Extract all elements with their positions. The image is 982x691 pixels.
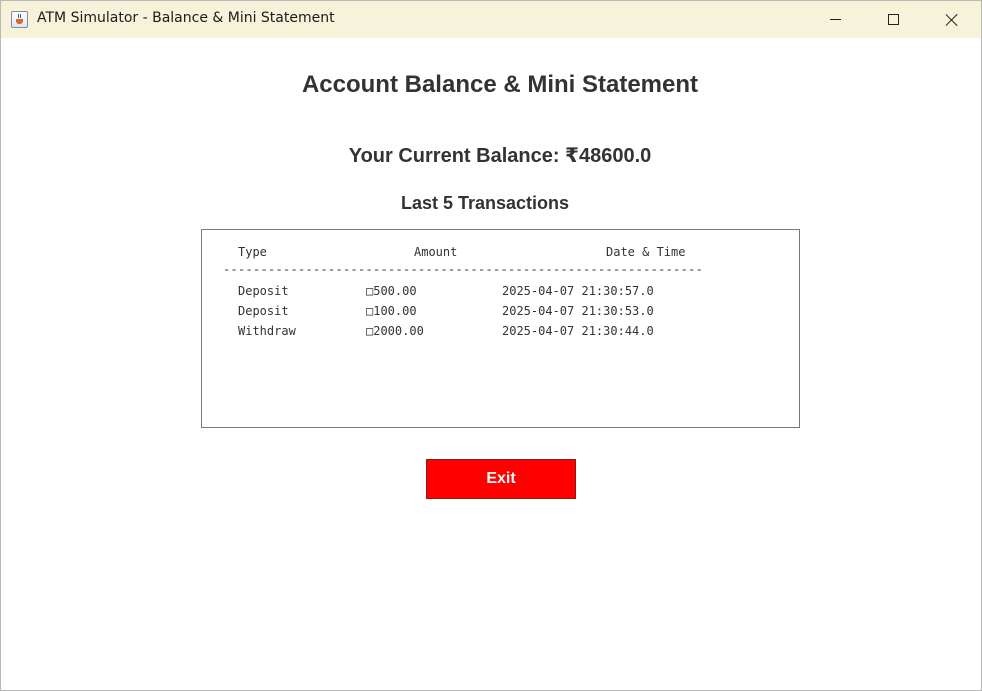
table-row: Deposit □100.00 2025-04-07 21:30:53.0	[202, 304, 654, 318]
row-type: Deposit	[238, 284, 289, 298]
row-date-time: 2025-04-07 21:30:44.0	[502, 324, 654, 338]
close-button[interactable]	[923, 1, 981, 38]
row-type: Withdraw	[238, 324, 296, 338]
table-row: Withdraw □2000.00 2025-04-07 21:30:44.0	[202, 324, 654, 338]
header-amount: Amount	[414, 245, 458, 259]
maximize-icon	[888, 14, 899, 25]
table-row: Deposit □500.00 2025-04-07 21:30:57.0	[202, 284, 654, 298]
minimize-button[interactable]	[807, 1, 865, 38]
minimize-icon	[830, 19, 841, 20]
mini-statement-textarea[interactable]: Type Amount Date & Time ----------------…	[201, 229, 800, 428]
window-title: ATM Simulator - Balance & Mini Statement	[37, 10, 335, 26]
header-date-time: Date & Time	[606, 245, 686, 259]
java-coffee-cup-icon[interactable]	[11, 11, 28, 28]
header-type: Type	[238, 245, 267, 259]
row-amount: □100.00	[366, 304, 417, 318]
transactions-heading: Last 5 Transactions	[400, 193, 570, 213]
maximize-button[interactable]	[865, 1, 923, 38]
row-date-time: 2025-04-07 21:30:57.0	[502, 284, 654, 298]
statement-divider: ----------------------------------------…	[223, 263, 704, 277]
row-date-time: 2025-04-07 21:30:53.0	[502, 304, 654, 318]
current-balance: Your Current Balance: ₹48600.0	[348, 145, 652, 167]
statement-header-row: Type Amount Date & Time	[202, 245, 685, 259]
row-type: Deposit	[238, 304, 289, 318]
app-window: ATM Simulator - Balance & Mini Statement…	[0, 0, 982, 691]
close-icon	[945, 13, 959, 27]
exit-button[interactable]: Exit	[426, 459, 576, 499]
row-amount: □2000.00	[366, 324, 424, 338]
page-title: Account Balance & Mini Statement	[301, 71, 699, 98]
row-amount: □500.00	[366, 284, 417, 298]
title-bar[interactable]: ATM Simulator - Balance & Mini Statement	[1, 1, 981, 38]
